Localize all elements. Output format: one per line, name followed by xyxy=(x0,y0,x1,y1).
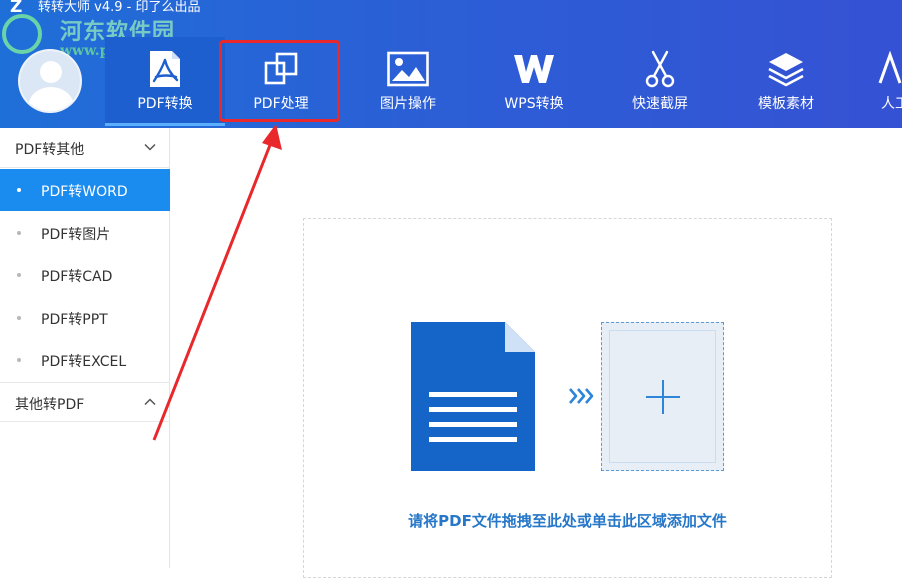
person-icon xyxy=(852,49,902,89)
sidebar-item-label: PDF转图片 xyxy=(41,227,111,243)
sidebar-item-label: PDF转CAD xyxy=(41,269,113,285)
bullet-dot xyxy=(17,188,21,192)
document-icon xyxy=(411,322,535,471)
layers-icon xyxy=(726,49,846,89)
sidebar-group-label: PDF转其他 xyxy=(15,142,85,158)
sidebar-group-other-to-pdf[interactable]: 其他转PDF xyxy=(0,382,170,422)
tab-templates-label: 模板素材 xyxy=(758,96,814,112)
tab-screenshot-label: 快速截屏 xyxy=(632,96,688,112)
pdf-acrobat-icon xyxy=(105,49,225,89)
bullet-dot xyxy=(17,358,21,362)
tab-wps-convert[interactable]: WPS转换 xyxy=(474,37,594,126)
sidebar-item-pdf-to-excel[interactable]: PDF转EXCEL xyxy=(0,339,170,381)
tab-image-ops-label: 图片操作 xyxy=(380,96,436,112)
tab-templates[interactable]: 模板素材 xyxy=(726,37,846,126)
tab-manual-label: 人工 xyxy=(881,96,902,112)
tab-pdf-convert[interactable]: PDF转换 xyxy=(105,37,225,126)
sidebar-item-label: PDF转WORD xyxy=(41,184,128,200)
sidebar-item-label: PDF转EXCEL xyxy=(41,354,127,370)
avatar-head xyxy=(40,61,62,83)
tab-wps-convert-label: WPS转换 xyxy=(504,96,564,112)
tab-pdf-convert-label: PDF转换 xyxy=(137,96,193,112)
sidebar-item-label: PDF转PPT xyxy=(41,312,108,328)
chevron-down-icon xyxy=(144,143,156,151)
watermark-logo-icon xyxy=(2,14,42,54)
add-file-button[interactable] xyxy=(601,322,724,471)
sidebar-item-pdf-to-ppt[interactable]: PDF转PPT xyxy=(0,297,170,339)
annotation-highlight-box xyxy=(219,40,340,122)
drop-hint-text[interactable]: 请将PDF文件拖拽至此处或单击此区域添加文件 xyxy=(303,510,832,531)
bullet-dot xyxy=(17,231,21,235)
scissors-icon xyxy=(600,49,720,89)
top-header: Z 转转大师 v4.9 - 印了么出品 河东软件园 www.pc0359.cn … xyxy=(0,0,902,128)
tab-manual[interactable]: 人工 xyxy=(852,37,902,126)
avatar[interactable] xyxy=(18,49,82,113)
chevron-up-icon xyxy=(144,398,156,406)
bullet-dot xyxy=(17,316,21,320)
tab-screenshot[interactable]: 快速截屏 xyxy=(600,37,720,126)
sidebar-item-pdf-to-cad[interactable]: PDF转CAD xyxy=(0,254,170,296)
image-icon xyxy=(348,49,468,89)
plus-icon xyxy=(662,380,664,414)
wps-logo-icon xyxy=(474,49,594,89)
sidebar-group-pdf-to-other[interactable]: PDF转其他 xyxy=(0,128,170,168)
avatar-body xyxy=(28,87,74,111)
sidebar: PDF转其他 PDF转WORD PDF转图片 PDF转CAD PDF转PPT P… xyxy=(0,128,170,568)
sidebar-item-pdf-to-word[interactable]: PDF转WORD xyxy=(0,169,170,211)
sidebar-group-label: 其他转PDF xyxy=(15,397,85,413)
sidebar-item-pdf-to-image[interactable]: PDF转图片 xyxy=(0,212,170,254)
tab-image-ops[interactable]: 图片操作 xyxy=(348,37,468,126)
chevrons-right-icon xyxy=(569,388,594,404)
bullet-dot xyxy=(17,273,21,277)
